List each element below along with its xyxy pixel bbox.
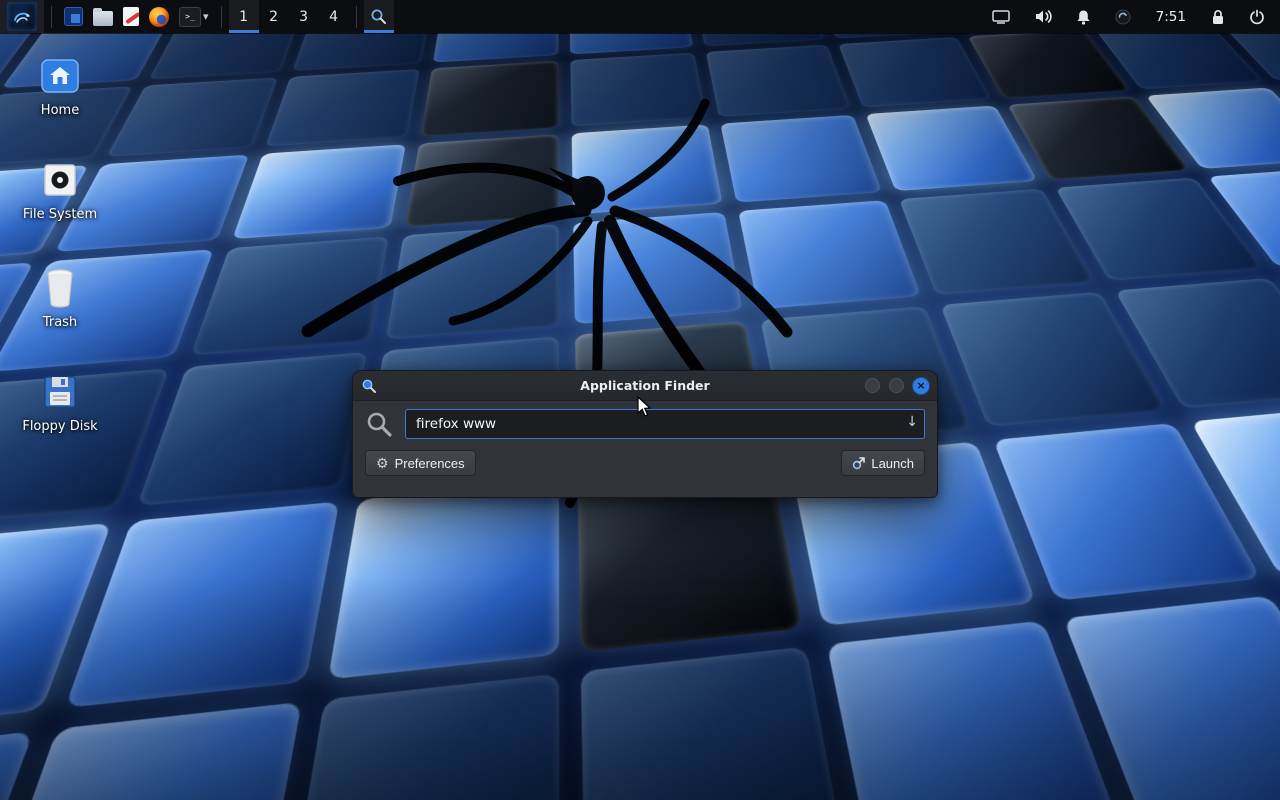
workspace-3[interactable]: 3 xyxy=(289,0,319,33)
panel-separator xyxy=(356,6,357,28)
kali-menu-icon xyxy=(7,2,37,31)
wallpaper-cube xyxy=(866,106,1038,192)
home-icon xyxy=(39,56,81,96)
workspace-3-label: 3 xyxy=(299,9,308,25)
system-tray: 7:51 xyxy=(987,0,1280,33)
wallpaper-cube xyxy=(573,212,743,324)
panel-clock[interactable]: 7:51 xyxy=(1150,9,1192,25)
launcher-terminal[interactable]: >_ ▾ xyxy=(174,0,214,33)
wallpaper-cube xyxy=(137,352,367,506)
launch-icon xyxy=(852,457,865,470)
wallpaper-cube xyxy=(328,481,559,680)
desktop-icon-file-system[interactable]: File System xyxy=(0,160,120,222)
titlebar[interactable]: Application Finder × xyxy=(353,371,937,401)
tray-status-button[interactable] xyxy=(1110,0,1136,33)
desktop-icon-label: File System xyxy=(23,207,97,222)
tray-notifications-button[interactable] xyxy=(1071,0,1096,33)
tray-lock-button[interactable] xyxy=(1206,0,1230,33)
wallpaper-cube xyxy=(738,200,921,309)
terminal-prompt-glyph: >_ xyxy=(185,12,195,21)
applications-menu-button[interactable] xyxy=(0,0,44,33)
tray-display-button[interactable] xyxy=(987,0,1015,33)
wallpaper-cube xyxy=(191,236,389,355)
desktop-icon-label: Home xyxy=(41,103,79,118)
trash-icon xyxy=(40,266,80,308)
status-circle-icon xyxy=(1115,9,1131,25)
wallpaper-cube xyxy=(282,674,560,800)
file-system-icon xyxy=(40,160,80,200)
launcher-text-editor[interactable] xyxy=(118,0,144,33)
workspace-1-label: 1 xyxy=(239,9,248,25)
maximize-button[interactable] xyxy=(889,378,904,393)
taskbar-application-finder[interactable] xyxy=(364,0,394,33)
launch-button-label: Launch xyxy=(871,456,914,471)
launcher-firefox[interactable] xyxy=(144,0,174,33)
dialog-body: ↓ ⚙ Preferences Launch xyxy=(353,401,937,486)
wallpaper-cube xyxy=(838,37,991,107)
tray-power-button[interactable] xyxy=(1244,0,1270,33)
preferences-button-label: Preferences xyxy=(395,456,465,471)
firefox-icon xyxy=(149,7,169,27)
launcher-file-manager[interactable] xyxy=(88,0,118,33)
chevron-down-icon: ▾ xyxy=(203,10,209,23)
desktop-screen: >_ ▾ 1 2 3 4 xyxy=(0,0,1280,800)
wallpaper-cube xyxy=(386,224,559,340)
file-manager-icon xyxy=(93,11,113,26)
window-icon xyxy=(64,7,83,26)
window-title: Application Finder xyxy=(353,378,937,393)
launcher-window[interactable] xyxy=(59,0,88,33)
desktop-icon-trash[interactable]: Trash xyxy=(0,266,120,330)
wallpaper-cube xyxy=(265,69,419,146)
wallpaper-cube xyxy=(0,702,302,800)
wallpaper-cube xyxy=(0,731,34,800)
terminal-icon: >_ xyxy=(179,7,201,27)
search-icon xyxy=(365,410,393,438)
search-input[interactable] xyxy=(405,409,925,439)
workspace-1[interactable]: 1 xyxy=(229,0,259,33)
workspace-4-label: 4 xyxy=(329,9,338,25)
power-icon xyxy=(1249,9,1265,25)
wallpaper-cube xyxy=(570,53,706,127)
preferences-button[interactable]: ⚙ Preferences xyxy=(365,450,476,476)
desktop-icon-floppy-disk[interactable]: Floppy Disk xyxy=(0,372,120,434)
button-row: ⚙ Preferences Launch xyxy=(365,450,925,476)
close-button[interactable]: × xyxy=(913,378,929,394)
wallpaper-cube xyxy=(706,45,851,117)
panel-separator xyxy=(51,6,52,28)
wallpaper-cube xyxy=(581,647,850,800)
panel-separator xyxy=(221,6,222,28)
appfinder-task-icon xyxy=(370,8,387,25)
top-panel: >_ ▾ 1 2 3 4 xyxy=(0,0,1280,33)
lock-icon xyxy=(1211,9,1225,25)
application-finder-window: Application Finder × ↓ xyxy=(352,370,938,498)
desktop-icon-home[interactable]: Home xyxy=(0,56,120,118)
bell-icon xyxy=(1076,9,1091,25)
floppy-disk-icon xyxy=(40,372,80,412)
launch-button[interactable]: Launch xyxy=(841,450,925,476)
display-icon xyxy=(992,10,1010,24)
volume-icon xyxy=(1034,9,1052,24)
wallpaper-cube xyxy=(720,115,882,203)
workspace-2-label: 2 xyxy=(269,9,278,25)
desktop-icon-label: Trash xyxy=(43,315,77,330)
workspace-4[interactable]: 4 xyxy=(319,0,349,33)
minimize-button[interactable] xyxy=(865,378,880,393)
close-icon: × xyxy=(916,379,925,392)
dropdown-arrow-icon[interactable]: ↓ xyxy=(906,414,918,430)
wallpaper-cube xyxy=(107,78,278,157)
search-input-wrap: ↓ xyxy=(405,409,925,439)
workspace-2[interactable]: 2 xyxy=(259,0,289,33)
wallpaper-cube xyxy=(405,134,559,226)
gear-icon: ⚙ xyxy=(376,456,389,470)
search-row: ↓ xyxy=(365,409,925,439)
desktop-icon-label: Floppy Disk xyxy=(22,419,97,434)
tray-volume-button[interactable] xyxy=(1029,0,1057,33)
text-editor-icon xyxy=(123,7,139,26)
wallpaper-cube xyxy=(232,144,405,239)
titlebar-buttons: × xyxy=(865,378,929,394)
wallpaper-cube xyxy=(572,124,723,214)
wallpaper-cube xyxy=(420,61,558,137)
appfinder-window-icon xyxy=(361,378,377,394)
